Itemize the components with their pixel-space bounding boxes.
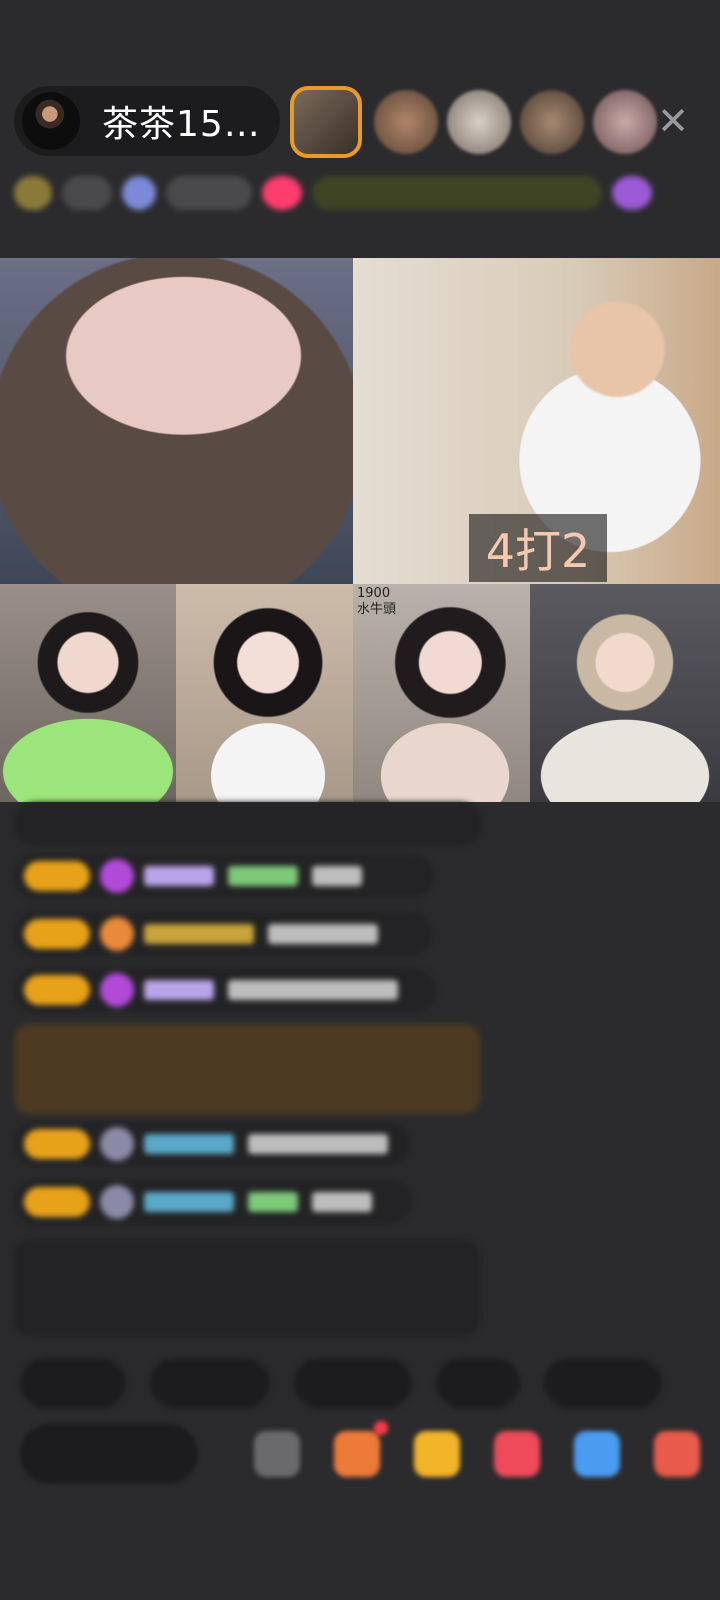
score-label: 4打2 xyxy=(469,514,607,582)
quick-reply-row xyxy=(20,1358,720,1408)
video-tile-guest[interactable]: 4打2 xyxy=(353,258,720,584)
video-tile[interactable] xyxy=(530,584,720,802)
viewer-avatar[interactable] xyxy=(447,90,511,154)
video-tile[interactable] xyxy=(0,584,176,802)
host-avatar[interactable] xyxy=(22,92,80,150)
avatar xyxy=(100,1185,134,1219)
host-info[interactable]: 茶茶15… xyxy=(14,86,280,156)
badge-text xyxy=(166,176,252,210)
video-tile[interactable]: 1900 水牛頭 xyxy=(353,584,530,802)
gift-icon[interactable] xyxy=(414,1431,460,1477)
viewer-avatar[interactable] xyxy=(520,90,584,154)
badge-icon xyxy=(122,176,156,210)
level-badge xyxy=(24,1129,90,1159)
level-badge xyxy=(24,919,90,949)
gift-box-icon[interactable] xyxy=(334,1421,388,1477)
video-tile-host[interactable] xyxy=(0,258,353,584)
quick-reply-button[interactable] xyxy=(544,1358,662,1408)
video-grid: 4打2 1900 水牛頭 xyxy=(0,258,720,802)
diamond-icon xyxy=(100,859,134,893)
more-icon[interactable] xyxy=(654,1431,700,1477)
chat-message xyxy=(14,968,436,1012)
level-badge xyxy=(14,176,52,210)
comment-input[interactable] xyxy=(20,1424,198,1484)
notification-dot xyxy=(374,1421,388,1435)
quick-reply-button[interactable] xyxy=(150,1358,270,1408)
quick-reply-button[interactable] xyxy=(20,1358,126,1408)
viewer-avatar-top[interactable] xyxy=(290,86,362,158)
viewer-list[interactable] xyxy=(290,86,666,158)
level-badge xyxy=(24,1187,90,1217)
viewer-avatar[interactable] xyxy=(593,90,657,154)
quick-reply-button[interactable] xyxy=(436,1358,520,1408)
badge-icon[interactable] xyxy=(612,176,652,210)
avatar xyxy=(100,1127,134,1161)
badge-row xyxy=(14,168,690,218)
quick-reply-button[interactable] xyxy=(294,1358,412,1408)
watermark: 1900 水牛頭 xyxy=(357,586,397,617)
badge-icon xyxy=(100,917,134,951)
badge-icon xyxy=(262,176,302,210)
chat-message xyxy=(14,1122,410,1166)
level-badge xyxy=(24,861,90,891)
diamond-icon xyxy=(100,973,134,1007)
host-name: 茶茶15… xyxy=(102,104,261,145)
rank-badge[interactable] xyxy=(312,176,602,210)
chat-message xyxy=(14,1180,412,1224)
viewer-avatar[interactable] xyxy=(374,90,438,154)
share-icon[interactable] xyxy=(574,1431,620,1477)
chat-message xyxy=(14,802,482,846)
chat-message xyxy=(14,854,434,898)
chat-message xyxy=(14,912,432,956)
lottery-icon[interactable] xyxy=(494,1431,540,1477)
gift-message xyxy=(14,1024,480,1114)
badge-text xyxy=(62,176,112,210)
emoji-icon[interactable] xyxy=(254,1431,300,1477)
bottom-bar xyxy=(20,1421,710,1486)
video-tile[interactable] xyxy=(176,584,353,802)
close-button[interactable]: ✕ xyxy=(650,98,696,144)
level-badge xyxy=(24,975,90,1005)
system-notice xyxy=(14,1240,480,1336)
close-icon: ✕ xyxy=(657,99,689,143)
